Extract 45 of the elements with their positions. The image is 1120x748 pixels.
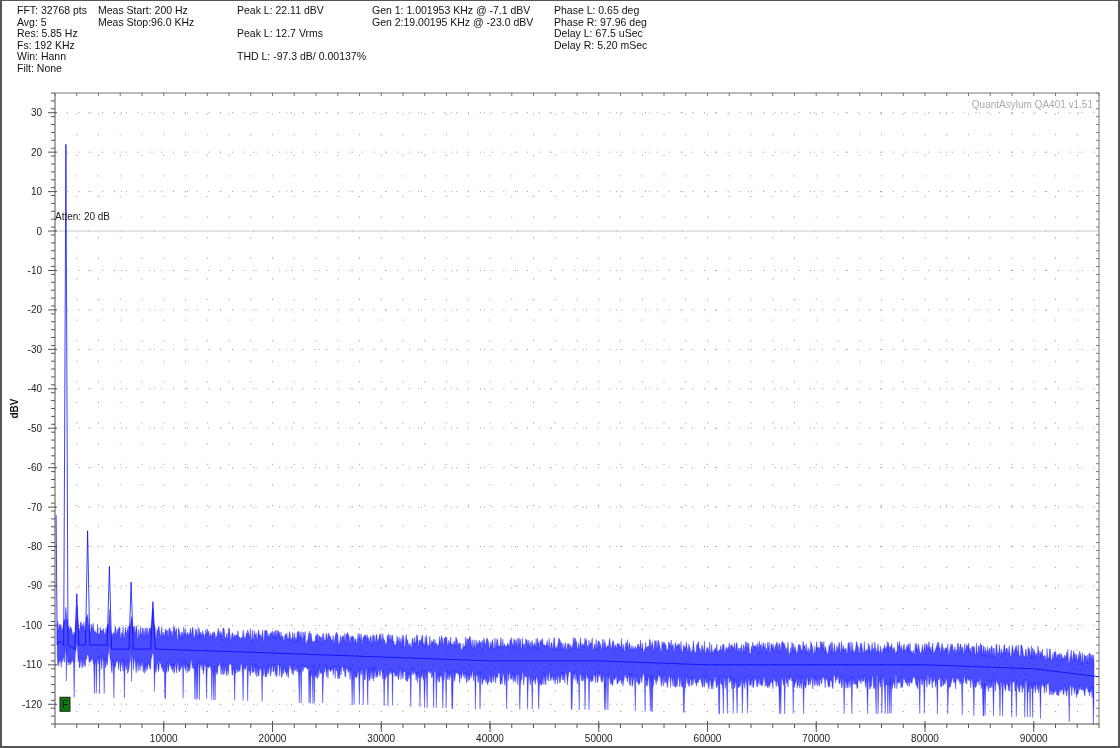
readout-text: Peak L: 22.11 dBV (237, 5, 324, 17)
y-tick-label: -120 (22, 698, 42, 710)
y-tick-label: 20 (30, 146, 42, 158)
y-tick-label: -110 (22, 659, 42, 671)
readout-text: Phase L: 0.65 deg (554, 5, 640, 17)
readout-text: Meas Start: 200 Hz (98, 5, 188, 17)
readout-text: Fs: 192 KHz (17, 39, 75, 51)
y-tick-label: 0 (36, 225, 42, 237)
readout-text: Meas Stop:96.0 KHz (98, 16, 195, 28)
y-tick-label: 30 (30, 107, 42, 119)
x-tick-label: 40000 (476, 733, 504, 744)
y-tick-label: -20 (27, 304, 42, 316)
x-tick-label: 10000 (149, 733, 178, 744)
x-tick-label: 20000 (258, 733, 287, 744)
y-tick-label: -80 (27, 541, 42, 553)
x-tick-label: 50000 (584, 733, 613, 744)
readout-text: Delay L: 67.5 uSec (554, 28, 643, 40)
y-tick-label: -70 (27, 501, 42, 513)
y-tick-label: 10 (30, 186, 42, 198)
readout-text: Delay R: 5.20 mSec (554, 39, 648, 51)
y-tick-label: -60 (27, 462, 42, 474)
readout-text: Phase R: 97.96 deg (554, 16, 647, 28)
readout-text: Res: 5.85 Hz (17, 28, 78, 40)
readout-text: Peak L: 12.7 Vrms (237, 28, 323, 40)
y-axis-label: dBV (9, 398, 20, 419)
y-tick-label: -30 (27, 343, 42, 355)
y-tick-label: -90 (27, 580, 42, 592)
y-tick-label: -40 (27, 383, 42, 395)
version-label: QuantAsylum QA401 v1.51 (971, 99, 1093, 110)
x-tick-label: 30000 (367, 733, 396, 744)
readout-text: FFT: 32768 pts (17, 5, 88, 17)
readout-text: Avg: 5 (17, 16, 47, 28)
readout-text: THD L: -97.3 dB/ 0.00137% (237, 51, 366, 63)
x-tick-label: 80000 (911, 733, 939, 744)
x-tick-label: 90000 (1019, 733, 1048, 744)
y-tick-label: -10 (27, 264, 42, 276)
readout-text: Win: Hann (17, 51, 67, 63)
readout-text: Gen 1: 1.001953 KHz @ -7.1 dBV (372, 5, 531, 17)
y-tick-label: -50 (27, 422, 42, 434)
readout-text: Filt: None (17, 62, 62, 74)
readout-text: Gen 2:19.00195 KHz @ -23.0 dBV (372, 16, 534, 28)
y-tick-label: -100 (22, 619, 42, 631)
x-tick-label: 60000 (693, 733, 722, 744)
x-tick-label: 70000 (802, 733, 831, 744)
marker-button[interactable]: F (59, 696, 71, 712)
